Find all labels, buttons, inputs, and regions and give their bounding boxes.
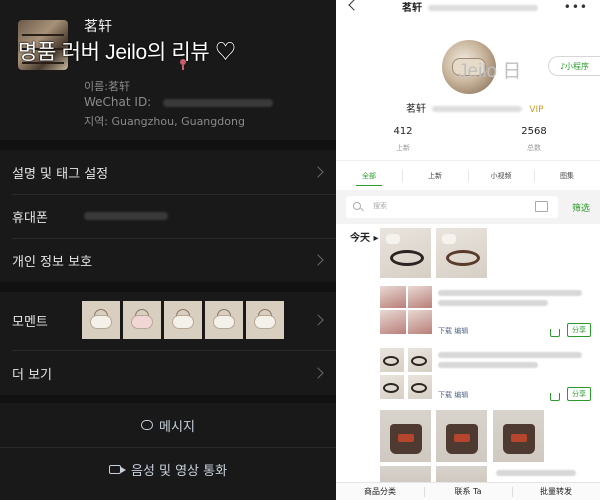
section-gap	[0, 395, 336, 403]
contact-id: 이름:茗轩	[84, 80, 130, 93]
video-camera-icon	[108, 464, 126, 474]
vip-badge: VIP	[529, 105, 544, 115]
content-tabs: 全部 上新 小视频 图集	[336, 160, 600, 190]
share-button[interactable]: 分享	[567, 323, 591, 337]
chevron-right-icon	[312, 254, 324, 266]
message-button[interactable]: 메시지	[0, 403, 336, 447]
search-placeholder: 搜索	[373, 202, 387, 210]
call-label: 음성 및 영상 통화	[130, 463, 228, 479]
album-pane: 茗轩 ••• Jeilo 日 ♪小程序 茗轩 VIP 412 上新 2568 总…	[336, 0, 600, 500]
cart-icon[interactable]	[550, 329, 560, 337]
post-caption-blurred	[438, 290, 582, 296]
filter-button[interactable]: 筛选	[572, 201, 590, 214]
moment-thumbnail	[164, 301, 202, 339]
avatar-watermark: Jeilo 日	[458, 61, 522, 82]
image-search-icon[interactable]	[535, 201, 548, 212]
tab-albums[interactable]: 图集	[534, 161, 600, 190]
wechat-id: WeChat ID:	[84, 95, 274, 109]
post-photo[interactable]	[436, 466, 487, 482]
split-screenshot: 茗轩 명품 러버 Jeilo의 리뷰 ♡ 이름:茗轩 WeChat ID: 지역…	[0, 0, 600, 500]
privacy-row[interactable]: 개인 정보 보호	[0, 238, 336, 282]
post-photo[interactable]	[380, 228, 431, 278]
mini-program-button[interactable]: ♪小程序	[548, 56, 600, 76]
chat-bubble-icon	[141, 420, 154, 430]
store-username: 茗轩 VIP	[406, 104, 544, 115]
tab-videos[interactable]: 小视频	[468, 161, 534, 190]
section-gap	[0, 140, 336, 150]
phone-number-blurred	[83, 212, 168, 220]
banner-caption: 명품 러버 Jeilo의 리뷰 ♡	[18, 41, 236, 64]
post-photo[interactable]	[408, 348, 432, 372]
more-label: 더 보기	[12, 367, 53, 383]
post-actions[interactable]: 下载 编辑	[438, 390, 468, 400]
moment-thumbnail	[205, 301, 243, 339]
contact-profile-pane: 茗轩 명품 러버 Jeilo의 리뷰 ♡ 이름:茗轩 WeChat ID: 지역…	[0, 0, 336, 500]
nav-batch-forward[interactable]: 批量转发	[512, 483, 600, 500]
share-button[interactable]: 分享	[567, 387, 591, 401]
nav-categories[interactable]: 商品分类	[336, 483, 424, 500]
more-row[interactable]: 더 보기	[0, 351, 336, 395]
post-photo[interactable]	[380, 466, 431, 482]
top-bar: 茗轩 •••	[336, 0, 600, 14]
phone-row[interactable]: 휴대폰	[0, 194, 336, 238]
voice-video-call-button[interactable]: 음성 및 영상 통화	[0, 447, 336, 491]
search-icon	[353, 202, 361, 210]
gender-icon	[180, 59, 186, 70]
post-photo[interactable]	[380, 410, 431, 462]
date-header: 今天 ▸	[350, 233, 379, 244]
post-photo[interactable]	[380, 348, 404, 372]
region: 지역: Guangzhou, Guangdong	[84, 115, 245, 128]
post-photo[interactable]	[408, 375, 432, 399]
nav-contact[interactable]: 联系 Ta	[424, 483, 512, 500]
moment-thumbnail	[82, 301, 120, 339]
cart-icon[interactable]	[550, 393, 560, 401]
post-photo[interactable]	[408, 286, 432, 308]
post-caption-blurred	[438, 300, 548, 306]
message-label: 메시지	[159, 419, 195, 435]
post-caption-blurred	[496, 470, 576, 476]
post-photo[interactable]	[493, 410, 544, 462]
search-bar: 搜索 筛选	[336, 190, 600, 224]
moment-thumbnail	[246, 301, 284, 339]
section-gap	[0, 282, 336, 292]
search-input[interactable]: 搜索	[346, 196, 558, 218]
post-actions[interactable]: 下载 编辑	[438, 326, 468, 336]
moment-thumbnail	[123, 301, 161, 339]
contact-name: 茗轩	[84, 19, 112, 35]
tab-all[interactable]: 全部	[336, 161, 402, 190]
post-photo[interactable]	[380, 375, 404, 399]
moments-label: 모멘트	[12, 314, 48, 330]
post-photo[interactable]	[436, 228, 487, 278]
post-photo[interactable]	[436, 410, 487, 462]
tab-new[interactable]: 上新	[402, 161, 468, 190]
tags-setting-label: 설명 및 태그 설정	[12, 166, 109, 182]
stat-total[interactable]: 2568 总数	[504, 126, 564, 153]
stat-new[interactable]: 412 上新	[373, 126, 433, 153]
phone-label: 휴대폰	[12, 210, 48, 226]
chevron-right-icon	[312, 314, 324, 326]
bottom-nav: 商品分类 联系 Ta 批量转发	[336, 482, 600, 500]
post-photo[interactable]	[408, 310, 432, 334]
chevron-right-icon	[312, 166, 324, 178]
post-photo[interactable]	[380, 310, 406, 334]
tags-setting-row[interactable]: 설명 및 태그 설정	[0, 150, 336, 194]
more-options-icon[interactable]: •••	[564, 0, 588, 14]
post-photo[interactable]	[380, 286, 406, 308]
moments-thumbnails[interactable]	[82, 301, 284, 339]
back-arrow-icon[interactable]	[348, 0, 360, 11]
post-caption-blurred	[438, 362, 538, 368]
privacy-label: 개인 정보 보호	[12, 254, 93, 270]
chevron-right-icon	[312, 367, 324, 379]
header-title: 茗轩	[402, 0, 539, 14]
post-caption-blurred	[438, 352, 582, 358]
